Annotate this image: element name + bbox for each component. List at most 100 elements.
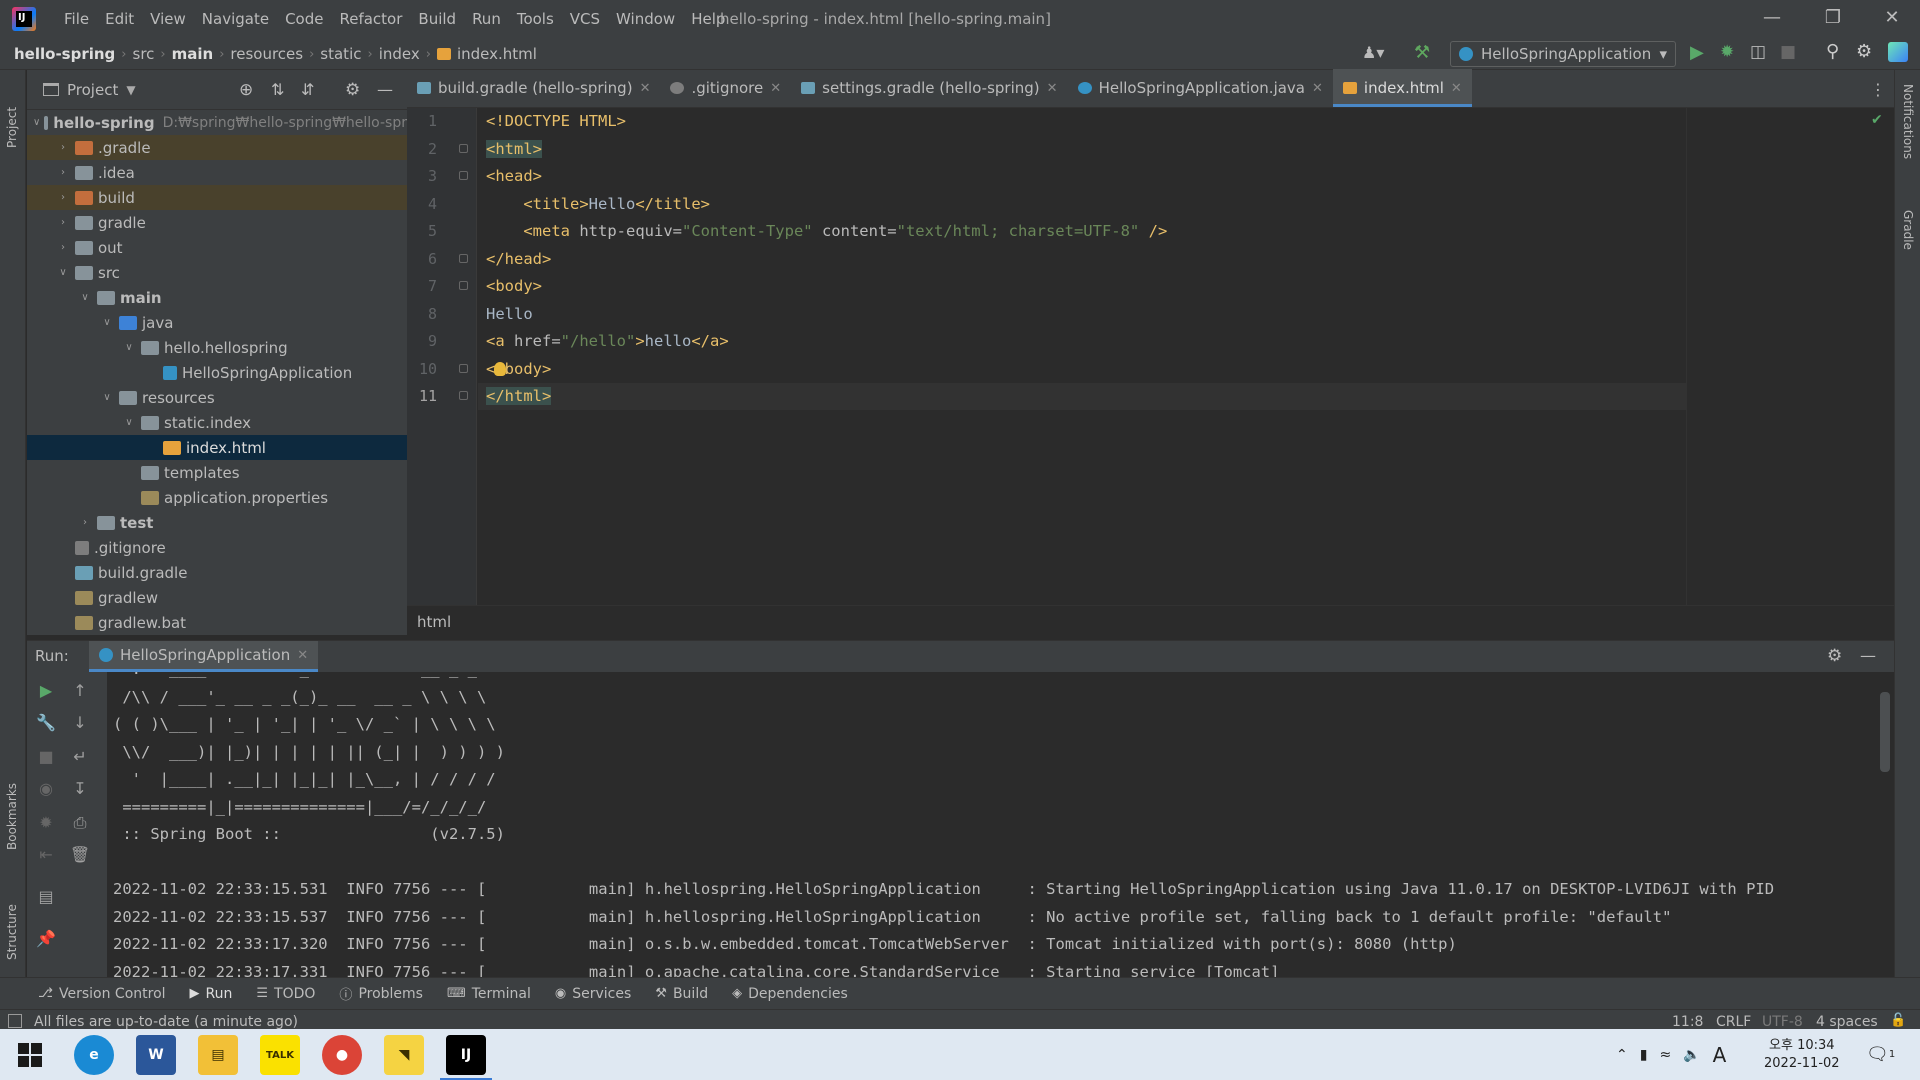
stop-icon[interactable]: ■ bbox=[35, 746, 57, 768]
chevron-down-icon[interactable]: ∨ bbox=[33, 117, 40, 128]
lock-icon[interactable]: 🔓 bbox=[1890, 1013, 1906, 1028]
stop-icon[interactable]: ■ bbox=[1780, 42, 1796, 62]
tree-item[interactable]: .gitignore bbox=[27, 535, 407, 560]
close-tab-icon[interactable]: ✕ bbox=[1451, 81, 1462, 96]
tree-item[interactable]: index.html bbox=[27, 435, 407, 460]
tree-item[interactable]: ∨ hello.hellospring bbox=[27, 335, 407, 360]
menu-run[interactable]: Run bbox=[464, 10, 509, 28]
code-line[interactable]: </head> bbox=[478, 246, 1686, 273]
fold-marker-icon[interactable] bbox=[459, 253, 468, 263]
tree-item[interactable]: HelloSpringApplication bbox=[27, 360, 407, 385]
editor-tab[interactable]: index.html ✕ bbox=[1332, 69, 1472, 107]
gear-icon[interactable]: ⚙ bbox=[345, 80, 360, 100]
pin-icon[interactable]: 📌 bbox=[35, 928, 57, 950]
notifications-tool-tab[interactable]: Notifications bbox=[1901, 84, 1915, 194]
tree-item[interactable]: › out bbox=[27, 235, 407, 260]
search-icon[interactable]: ⚲ bbox=[1826, 41, 1839, 62]
chrome-taskbar-icon[interactable]: ● bbox=[322, 1035, 362, 1075]
chevron-down-icon[interactable]: ∨ bbox=[77, 292, 93, 303]
chevron-right-icon[interactable]: › bbox=[55, 192, 71, 203]
breadcrumb-resources[interactable]: resources bbox=[230, 45, 303, 63]
tool-window-todo[interactable]: ☰ TODO bbox=[256, 986, 315, 1002]
menu-vcs[interactable]: VCS bbox=[562, 10, 608, 28]
breadcrumb-project[interactable]: hello-spring bbox=[14, 45, 115, 63]
add-user-icon[interactable]: ♟▾ bbox=[1362, 43, 1384, 62]
tree-item[interactable]: ∨ java bbox=[27, 310, 407, 335]
gear-icon[interactable]: ⚙ bbox=[1827, 646, 1842, 666]
editor-tab[interactable]: .gitignore ✕ bbox=[660, 69, 791, 107]
structure-tool-tab[interactable]: Structure bbox=[5, 880, 19, 960]
volume-icon[interactable]: 🔈 bbox=[1683, 1047, 1700, 1063]
hide-panel-icon[interactable]: — bbox=[377, 80, 393, 99]
chevron-right-icon[interactable]: › bbox=[55, 242, 71, 253]
project-tool-tab[interactable]: Project bbox=[5, 78, 19, 148]
tool-window-run[interactable]: ▶ Run bbox=[190, 986, 233, 1002]
camera-icon[interactable]: ◉ bbox=[35, 778, 57, 800]
rerun-icon[interactable]: ▶ bbox=[35, 680, 57, 702]
collapse-all-icon[interactable]: ⇵ bbox=[301, 80, 314, 99]
code-line[interactable]: </html> bbox=[478, 383, 1686, 410]
chevron-right-icon[interactable]: › bbox=[55, 217, 71, 228]
close-tab-icon[interactable]: ✕ bbox=[1047, 81, 1058, 96]
scroll-down-icon[interactable]: ↓ bbox=[69, 712, 91, 734]
expand-all-icon[interactable]: ⇅ bbox=[271, 80, 284, 99]
explorer-taskbar-icon[interactable]: ▤ bbox=[198, 1035, 238, 1075]
notification-center-icon[interactable]: 🗨 1 bbox=[1866, 1029, 1895, 1080]
chevron-down-icon[interactable]: ∨ bbox=[121, 417, 137, 428]
restore-icon[interactable]: ❐ bbox=[1805, 0, 1861, 38]
code-line[interactable]: <head> bbox=[478, 163, 1686, 190]
tree-item[interactable]: ∨ static.index bbox=[27, 410, 407, 435]
close-tab-icon[interactable]: ✕ bbox=[297, 648, 308, 663]
close-tab-icon[interactable]: ✕ bbox=[1312, 81, 1323, 96]
chevron-down-icon[interactable]: ∨ bbox=[121, 342, 137, 353]
locate-icon[interactable]: ⊕ bbox=[239, 80, 253, 100]
soft-wrap-icon[interactable]: ↵ bbox=[69, 746, 91, 768]
gradle-tool-tab[interactable]: Gradle bbox=[1901, 210, 1915, 280]
editor-tab[interactable]: build.gradle (hello-spring) ✕ bbox=[407, 69, 660, 107]
build-hammer-icon[interactable]: ⚒ bbox=[1414, 42, 1430, 63]
tree-item[interactable]: › test bbox=[27, 510, 407, 535]
breadcrumb-src[interactable]: src bbox=[133, 45, 155, 63]
coverage-icon[interactable]: ◫ bbox=[1750, 42, 1766, 62]
fold-marker-icon[interactable] bbox=[459, 281, 468, 290]
close-window-icon[interactable]: ✕ bbox=[1864, 0, 1920, 38]
wifi-icon[interactable]: ≈ bbox=[1659, 1047, 1671, 1063]
chevron-down-icon[interactable]: ∨ bbox=[55, 267, 71, 278]
menu-navigate[interactable]: Navigate bbox=[194, 10, 277, 28]
tree-item[interactable]: gradlew bbox=[27, 585, 407, 610]
code-line[interactable]: <body> bbox=[478, 273, 1686, 300]
code-line[interactable]: <html> bbox=[478, 136, 1686, 163]
caret-position[interactable]: 11:8 bbox=[1672, 1014, 1703, 1030]
battery-icon[interactable]: ▮ bbox=[1640, 1047, 1648, 1063]
code-editor[interactable]: <!DOCTYPE HTML> <html> <head> <title>Hello… bbox=[478, 108, 1686, 605]
gear-icon[interactable]: ⚙ bbox=[1856, 41, 1872, 62]
clock[interactable]: 오후 10:34 2022-11-02 bbox=[1764, 1029, 1840, 1080]
edge-taskbar-icon[interactable]: e bbox=[74, 1035, 114, 1075]
code-line[interactable]: </body> bbox=[478, 356, 1686, 383]
print-icon[interactable]: ⎙ bbox=[69, 812, 91, 834]
project-panel-title[interactable]: Project bbox=[67, 81, 118, 99]
chevron-right-icon[interactable]: › bbox=[77, 517, 93, 528]
code-line[interactable]: <!DOCTYPE HTML> bbox=[478, 108, 1686, 135]
menu-tools[interactable]: Tools bbox=[509, 10, 562, 28]
tree-item[interactable]: › build bbox=[27, 185, 407, 210]
layout-icon[interactable]: ▤ bbox=[35, 886, 57, 908]
tool-window-build[interactable]: ⚒ Build bbox=[655, 986, 708, 1002]
run-console[interactable]: . ____ _ __ _ _ /\\ / ___'_ __ _ _(_)_ _… bbox=[107, 672, 1894, 977]
run-configuration-select[interactable]: HelloSpringApplication ▾ bbox=[1450, 41, 1676, 67]
scroll-to-end-icon[interactable]: ↧ bbox=[69, 778, 91, 800]
status-window-icon[interactable] bbox=[8, 1014, 22, 1028]
bookmarks-tool-tab[interactable]: Bookmarks bbox=[5, 770, 19, 850]
chevron-right-icon[interactable]: › bbox=[55, 167, 71, 178]
console-scrollbar[interactable] bbox=[1880, 692, 1890, 772]
indent-setting[interactable]: 4 spaces bbox=[1816, 1014, 1878, 1030]
fold-marker-icon[interactable] bbox=[459, 363, 468, 373]
chevron-down-icon[interactable]: ▼ bbox=[126, 83, 135, 97]
exit-icon[interactable]: ⇤ bbox=[35, 844, 57, 866]
tree-item[interactable]: build.gradle bbox=[27, 560, 407, 585]
breadcrumb-main[interactable]: main bbox=[172, 45, 214, 63]
tool-window-problems[interactable]: ⓘ Problems bbox=[339, 984, 423, 1004]
sticky-notes-taskbar-icon[interactable]: ◥ bbox=[384, 1035, 424, 1075]
breadcrumb-static[interactable]: static bbox=[320, 45, 361, 63]
editor-tab[interactable]: settings.gradle (hello-spring) ✕ bbox=[791, 69, 1067, 107]
